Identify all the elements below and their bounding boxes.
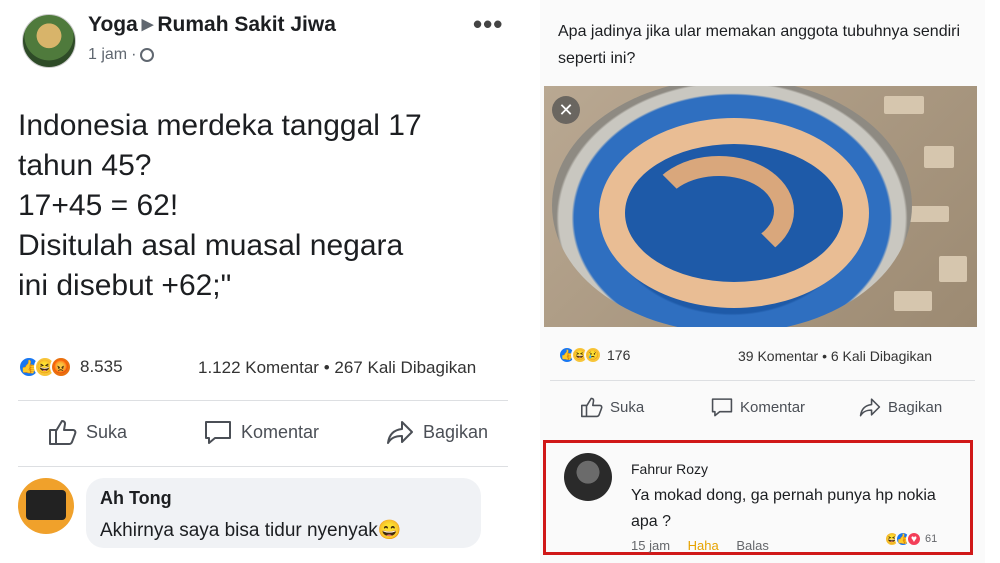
share-button[interactable]: Bagikan bbox=[858, 396, 942, 418]
share-icon bbox=[859, 398, 881, 417]
engagement-stats: 39 Komentar • 6 Kali Dibagikan bbox=[738, 348, 933, 364]
reaction-summary[interactable]: 👍 😆 😡 8.535 bbox=[18, 356, 123, 378]
post-header-title: Yoga ▶ Rumah Sakit Jiwa bbox=[88, 13, 336, 37]
haha-button[interactable]: Haha bbox=[688, 538, 719, 553]
post-line: 17+45 = 62! bbox=[18, 189, 179, 222]
separator bbox=[520, 0, 540, 563]
reply-button[interactable]: Balas bbox=[736, 538, 769, 553]
sad-reaction-icon: 😢 bbox=[584, 346, 602, 364]
post-body: Indonesia merdeka tanggal 17 tahun 45? 1… bbox=[18, 106, 508, 306]
like-icon bbox=[580, 397, 603, 418]
comment-icon bbox=[711, 398, 733, 417]
comment-button[interactable]: Komentar bbox=[710, 396, 805, 418]
comment-count[interactable]: 39 Komentar bbox=[738, 348, 818, 364]
love-reaction-icon: ♥ bbox=[906, 531, 922, 547]
right-post: Apa jadinya jika ular memakan anggota tu… bbox=[540, 0, 985, 563]
comment-bubble: Ah Tong Akhirnya saya bisa tidur nyenyak… bbox=[86, 478, 481, 548]
divider bbox=[18, 400, 508, 401]
reaction-summary[interactable]: 👍 😆 😢 176 bbox=[558, 346, 630, 364]
comment-count[interactable]: 1.122 Komentar bbox=[198, 358, 319, 377]
post-photo[interactable]: ✕ bbox=[544, 86, 977, 327]
share-label: Bagikan bbox=[423, 421, 489, 442]
like-label: Suka bbox=[610, 398, 645, 416]
reaction-count: 176 bbox=[607, 347, 631, 363]
share-button[interactable]: Bagikan bbox=[385, 418, 488, 446]
comment-reaction-count: 61 bbox=[925, 533, 938, 545]
post-line: tahun 45? bbox=[18, 149, 152, 182]
close-icon[interactable]: ✕ bbox=[552, 96, 580, 124]
like-label: Suka bbox=[86, 421, 128, 442]
post-meta: 1 jam · bbox=[88, 46, 155, 64]
angry-reaction-icon: 😡 bbox=[50, 356, 72, 378]
comment-button[interactable]: Komentar bbox=[203, 418, 319, 446]
snake-coil bbox=[644, 156, 794, 266]
action-bar: Suka Komentar Bagikan bbox=[0, 418, 520, 454]
share-label: Bagikan bbox=[888, 398, 943, 416]
like-button[interactable]: Suka bbox=[580, 396, 644, 418]
divider bbox=[18, 466, 508, 467]
group-name[interactable]: Rumah Sakit Jiwa bbox=[157, 13, 336, 36]
left-post: Yoga ▶ Rumah Sakit Jiwa 1 jam · ••• Indone… bbox=[0, 0, 520, 563]
highlighted-comment: Fahrur Rozy Ya mokad dong, ga pernah pun… bbox=[543, 440, 973, 555]
arrow-right-icon: ▶ bbox=[141, 16, 154, 33]
commenter-name[interactable]: Ah Tong bbox=[100, 488, 172, 509]
comment-text: Ya mokad dong, ga pernah punya hp nokia … bbox=[631, 487, 936, 530]
commenter-avatar[interactable] bbox=[564, 453, 612, 501]
author-name[interactable]: Yoga bbox=[88, 13, 138, 36]
post-line: Disitulah asal muasal negara bbox=[18, 229, 404, 262]
group-avatar[interactable] bbox=[22, 14, 76, 68]
share-count[interactable]: 267 Kali Dibagikan bbox=[334, 358, 476, 377]
like-button[interactable]: Suka bbox=[48, 418, 127, 446]
like-icon bbox=[49, 420, 77, 445]
globe-icon bbox=[140, 48, 155, 62]
action-bar: Suka Komentar Bagikan bbox=[540, 396, 985, 426]
reaction-count: 8.535 bbox=[80, 357, 123, 376]
post-body: Apa jadinya jika ular memakan anggota tu… bbox=[558, 23, 961, 67]
share-count[interactable]: 6 Kali Dibagikan bbox=[831, 348, 932, 364]
comment-text: Akhirnya saya bisa tidur nyenyak😄 bbox=[100, 520, 402, 541]
comment-label: Komentar bbox=[740, 398, 806, 416]
engagement-stats: 1.122 Komentar • 267 Kali Dibagikan bbox=[198, 358, 477, 377]
commenter-avatar[interactable] bbox=[18, 478, 74, 534]
comment-meta: 15 jam Haha Balas bbox=[631, 538, 769, 553]
commenter-name[interactable]: Fahrur Rozy bbox=[631, 461, 708, 477]
share-icon bbox=[387, 421, 413, 444]
comment-icon bbox=[205, 421, 231, 444]
more-icon[interactable]: ••• bbox=[473, 9, 503, 40]
comment-reactions[interactable]: 😆 👍 ♥ 61 bbox=[884, 531, 937, 547]
post-time[interactable]: 1 jam bbox=[88, 46, 127, 64]
post-line: Indonesia merdeka tanggal 17 bbox=[18, 109, 422, 142]
comment-label: Komentar bbox=[241, 421, 320, 442]
comment-time[interactable]: 15 jam bbox=[631, 538, 670, 553]
divider bbox=[550, 380, 975, 381]
post-line: ini disebut +62;" bbox=[18, 269, 232, 302]
